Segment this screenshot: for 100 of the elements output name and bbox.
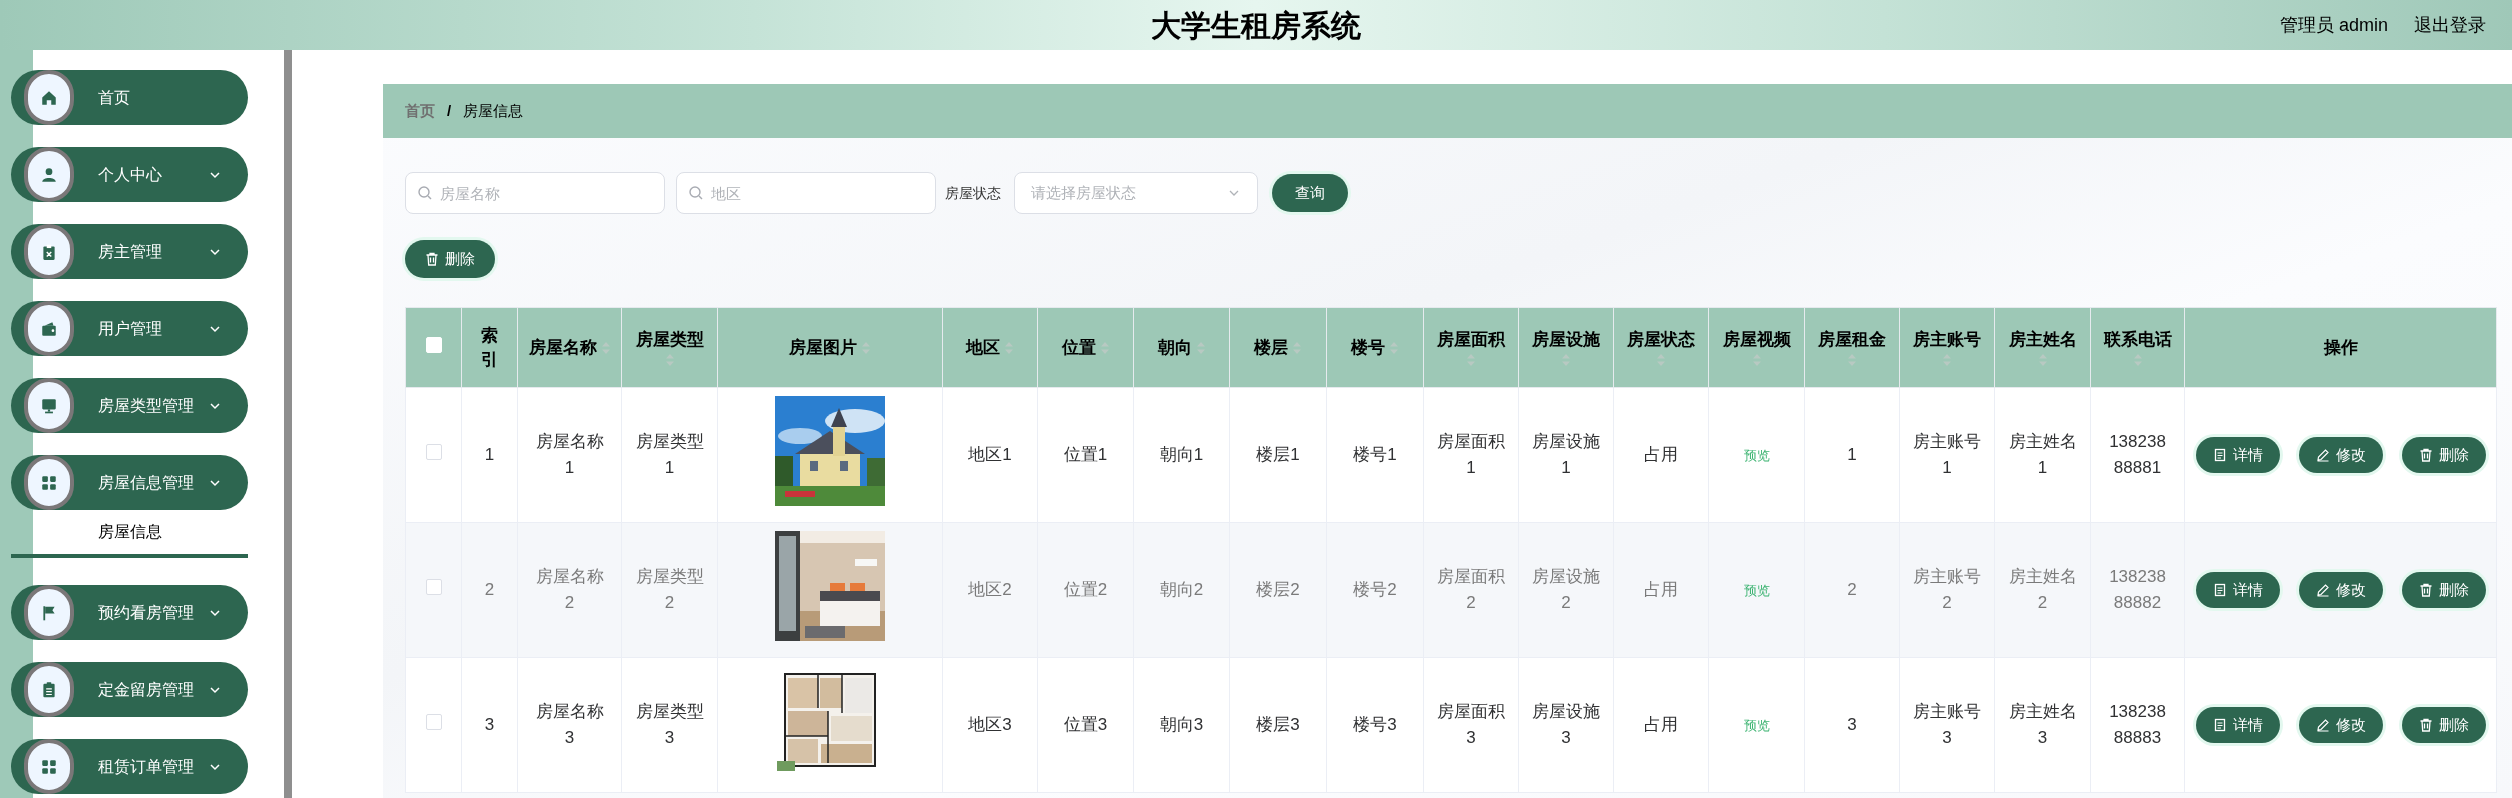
- details-button[interactable]: 详情: [2195, 707, 2280, 743]
- menu-label: 房主管理: [98, 241, 163, 262]
- table-cell-text: 13823888881: [2108, 431, 2167, 479]
- monitor-icon: [40, 396, 58, 415]
- table-cell-text: 占用: [1644, 444, 1678, 466]
- column-header[interactable]: 房屋设施: [1518, 307, 1614, 388]
- breadcrumb-item: 房屋信息: [463, 100, 524, 121]
- column-header[interactable]: 房屋名称: [517, 307, 622, 388]
- delete-button[interactable]: 删除: [2401, 437, 2486, 473]
- menu-label: 房屋信息管理: [98, 472, 195, 493]
- table-cell-text: 朝向3: [1159, 714, 1204, 736]
- checkbox[interactable]: [425, 714, 442, 731]
- table-cell-text: 位置2: [1063, 579, 1108, 601]
- status-label: 房屋状态: [945, 183, 1001, 203]
- table-cell-text: 房主账号3: [1912, 701, 1982, 749]
- column-header[interactable]: 房屋图片: [717, 307, 943, 388]
- search-field[interactable]: 房屋名称: [405, 172, 665, 214]
- details-button[interactable]: 详情: [2195, 572, 2280, 608]
- table-cell-text: 朝向2: [1159, 579, 1204, 601]
- table-cell-text: 房屋名称2: [534, 566, 605, 614]
- app-title: 大学生租房系统: [1151, 7, 1361, 44]
- column-header[interactable]: 位置: [1037, 307, 1134, 388]
- menu-item[interactable]: 租赁订单管理: [11, 739, 248, 794]
- menu-item[interactable]: 个人中心: [11, 147, 248, 202]
- details-button[interactable]: 详情: [2195, 437, 2280, 473]
- pencil-icon: [2315, 583, 2330, 597]
- menu-label: 用户管理: [98, 318, 163, 339]
- user-label: 管理员 admin: [2279, 13, 2388, 37]
- table-cell-text: 房屋名称1: [534, 431, 605, 479]
- table-cell-text: 房屋类型1: [634, 431, 705, 479]
- table-cell-text: 3: [1847, 714, 1857, 736]
- table-cell-text: 楼号1: [1353, 444, 1397, 466]
- delete-button[interactable]: 删除: [2401, 707, 2486, 743]
- table-cell-text: 2: [484, 579, 495, 601]
- column-header[interactable]: 房屋面积: [1423, 307, 1519, 388]
- table-row[interactable]: 2 房屋名称2 房屋类型2 地区2 位置2 朝向2 楼层2 楼号2 房屋面积2 房屋设施2 占用 预览 2 房主账号2 房主姓名2 13823888882 详情 修改 删除: [405, 522, 2497, 658]
- search-field[interactable]: 地区: [676, 172, 936, 214]
- column-header[interactable]: 房主账号: [1899, 307, 1995, 388]
- column-header[interactable]: 楼号: [1326, 307, 1424, 388]
- edit-button[interactable]: 修改: [2298, 572, 2383, 608]
- menu-item[interactable]: 房屋类型管理: [11, 378, 248, 433]
- search-icon: [688, 185, 704, 201]
- submenu-item[interactable]: 房屋信息: [11, 510, 248, 558]
- table-cell-text: 房屋设施2: [1531, 566, 1601, 614]
- table-cell-text: 楼层1: [1256, 444, 1300, 466]
- table-cell-text: 房屋设施1: [1531, 431, 1601, 479]
- menu-item[interactable]: 预约看房管理: [11, 585, 248, 640]
- column-header[interactable]: 联系电话: [2090, 307, 2185, 388]
- column-header[interactable]: 楼层: [1229, 307, 1327, 388]
- table-cell-text: 位置1: [1063, 444, 1108, 466]
- column-header[interactable]: 地区: [942, 307, 1038, 388]
- table-cell-text: 3: [484, 714, 495, 736]
- table-cell-text: 楼层3: [1256, 714, 1300, 736]
- table-row[interactable]: 1 房屋名称1 房屋类型1 地区1 位置1 朝向1 楼层1 楼号1 房屋面积1 房屋设施1 占用 预览 1 房主账号1 房主姓名1 13823888881 详情 修改 删除: [405, 387, 2497, 523]
- menu-item[interactable]: 用户管理: [11, 301, 248, 356]
- menu-label: 个人中心: [98, 164, 163, 185]
- user-icon: [40, 165, 58, 184]
- column-header[interactable]: 房屋租金: [1804, 307, 1900, 388]
- checkbox[interactable]: [425, 444, 442, 461]
- table-cell-text: 房屋设施3: [1531, 701, 1601, 749]
- delete-button[interactable]: 删除: [2401, 572, 2486, 608]
- clipboard-icon: [40, 242, 58, 261]
- trash-icon: [2418, 718, 2433, 732]
- breadcrumb-separator: /: [447, 100, 452, 121]
- menu-item[interactable]: 首页: [11, 70, 248, 125]
- grid-icon: [40, 757, 58, 776]
- menu-item[interactable]: 房屋信息管理: [11, 455, 248, 510]
- edit-button[interactable]: 修改: [2298, 437, 2383, 473]
- table-cell-text: 地区3: [968, 714, 1012, 736]
- menu-item[interactable]: 定金留房管理: [11, 662, 248, 717]
- logout-link[interactable]: 退出登录: [2414, 11, 2486, 39]
- document-icon: [2212, 448, 2227, 462]
- table-cell-text: 房主账号2: [1912, 566, 1982, 614]
- table-row[interactable]: 3 房屋名称3 房屋类型3 地区3 位置3 朝向3 楼层3 楼号3 房屋面积3 房屋设施3 占用 预览 3 房主账号3 房主姓名3 13823888883 详情 修改 删除: [405, 657, 2497, 793]
- menu-label: 租赁订单管理: [98, 756, 195, 777]
- trash-icon: [2418, 583, 2433, 597]
- table-cell-text: 朝向1: [1159, 444, 1204, 466]
- table-cell-text: 13823888882: [2108, 566, 2167, 614]
- column-header[interactable]: 房主姓名: [1994, 307, 2091, 388]
- menu-label: 定金留房管理: [98, 679, 195, 700]
- edit-button[interactable]: 修改: [2298, 707, 2383, 743]
- column-header[interactable]: 房屋类型: [621, 307, 718, 388]
- select-placeholder: 请选择房屋状态: [1031, 182, 1137, 203]
- table-cell-text: 位置3: [1063, 714, 1108, 736]
- delete-button[interactable]: 删除: [405, 240, 495, 278]
- table-cell-text: 房主姓名2: [2007, 566, 2078, 614]
- table-cell-text: 房屋类型2: [634, 566, 705, 614]
- table-cell-text: 房主姓名1: [2007, 431, 2078, 479]
- column-header[interactable]: 房屋状态: [1613, 307, 1709, 388]
- table-cell-text: 地区2: [968, 579, 1012, 601]
- column-header[interactable]: 朝向: [1133, 307, 1230, 388]
- checkbox[interactable]: [425, 579, 442, 596]
- menu-item[interactable]: 房主管理: [11, 224, 248, 279]
- column-header: 索引: [461, 307, 518, 388]
- column-header: 操作: [2184, 307, 2497, 388]
- table-cell-text: 房屋面积2: [1436, 566, 1506, 614]
- query-button[interactable]: 查询: [1272, 174, 1348, 212]
- menu-label: 房屋类型管理: [98, 395, 195, 416]
- column-header[interactable]: 房屋视频: [1708, 307, 1805, 388]
- menu-label: 预约看房管理: [98, 602, 195, 623]
